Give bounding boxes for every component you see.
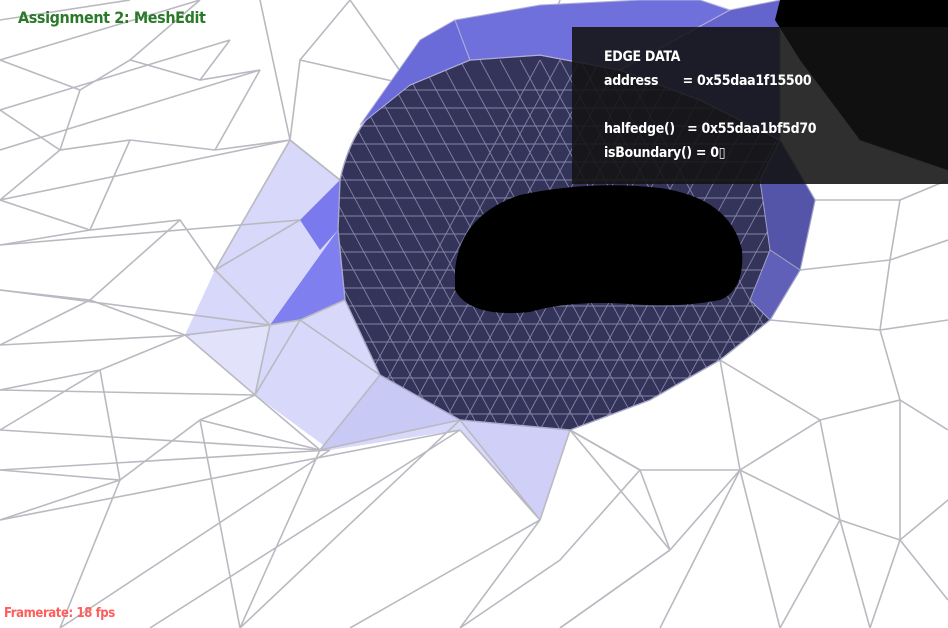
edge-halfedge: halfedge() = 0x55daa1bf5d70 bbox=[604, 121, 817, 137]
app-title: Assignment 2: MeshEdit bbox=[18, 8, 206, 27]
edge-address: address = 0x55daa1f15500 bbox=[604, 73, 812, 89]
panel-heading: EDGE DATA bbox=[604, 49, 681, 65]
edge-is-boundary: isBoundary() = 0▯ bbox=[604, 145, 726, 161]
framerate-counter: Framerate: 18 fps bbox=[4, 606, 115, 621]
edge-data-panel: EDGE DATA address = 0x55daa1f15500 halfe… bbox=[572, 27, 948, 184]
